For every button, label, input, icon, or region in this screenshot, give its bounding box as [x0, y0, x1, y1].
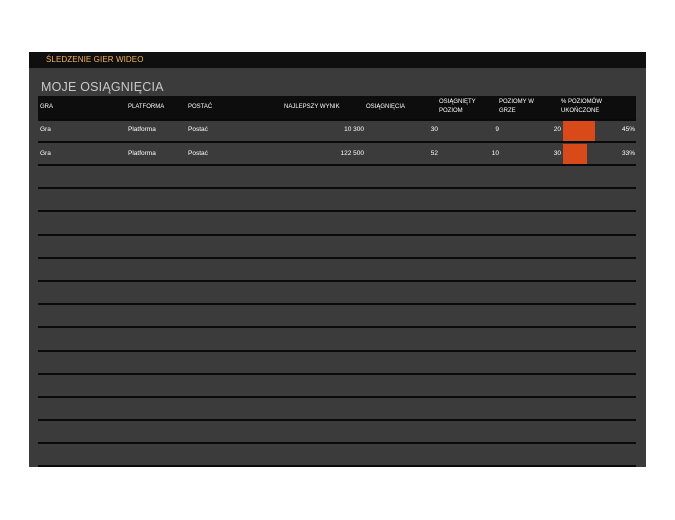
cell-character[interactable]: Postać — [188, 126, 208, 134]
row-divider — [38, 350, 636, 352]
cell-platform[interactable]: Platforma — [128, 126, 156, 134]
row-divider — [38, 257, 636, 259]
cell-levels-in-game[interactable]: 20 — [531, 126, 561, 134]
col-header-pct-complete-line2: UKOŃCZONE — [561, 108, 600, 114]
col-header-achievements[interactable]: OSIĄGNIĘCIA — [366, 103, 405, 112]
col-header-platform[interactable]: PLATFORMA — [128, 103, 164, 112]
col-header-level-reached-line2: POZIOM — [439, 108, 463, 114]
row-divider — [38, 442, 636, 444]
row-divider — [38, 396, 636, 398]
row-divider — [38, 326, 636, 328]
col-header-best-score[interactable]: NAJLEPSZY WYNIK — [284, 103, 340, 112]
cell-best-score[interactable]: 122 500 — [319, 150, 365, 158]
section-title: MOJE OSIĄGNIĘCIA — [41, 80, 164, 94]
row-divider — [38, 164, 636, 166]
cell-pct-complete[interactable]: 33% — [609, 150, 635, 158]
app-title: ŚLEDZENIE GIER WIDEO — [46, 55, 144, 64]
cell-levels-in-game[interactable]: 30 — [531, 150, 561, 158]
row-divider — [38, 187, 636, 189]
cell-achievements[interactable]: 30 — [409, 126, 438, 134]
col-header-game[interactable]: GRA — [40, 103, 53, 112]
cell-character[interactable]: Postać — [188, 150, 208, 158]
col-header-level-reached-line1: OSIĄGNIĘTY — [439, 99, 476, 105]
col-header-levels-in-game-line1: POZIOMY W — [499, 99, 534, 105]
tracker-sheet: ŚLEDZENIE GIER WIDEO MOJE OSIĄGNIĘCIA GR… — [29, 52, 646, 467]
col-header-pct-complete-line1: % POZIOMÓW — [561, 99, 602, 105]
row-divider — [38, 210, 636, 212]
col-header-levels-in-game-line2: GRZE — [499, 108, 516, 114]
row-divider — [38, 280, 636, 282]
progress-bar — [563, 121, 596, 141]
cell-platform[interactable]: Platforma — [128, 150, 156, 158]
col-header-level-reached[interactable]: OSIĄGNIĘTY POZIOM — [439, 98, 476, 116]
cell-level-reached[interactable]: 10 — [469, 150, 499, 158]
row-divider — [38, 465, 636, 467]
row-divider — [38, 234, 636, 236]
row-divider — [38, 141, 636, 143]
row-divider — [38, 303, 636, 305]
cell-achievements[interactable]: 52 — [409, 150, 438, 158]
col-header-pct-complete[interactable]: % POZIOMÓW UKOŃCZONE — [561, 98, 602, 116]
col-header-character[interactable]: POSTAĆ — [188, 103, 212, 112]
table-header: GRA PLATFORMA POSTAĆ NAJLEPSZY WYNIK OSI… — [38, 96, 636, 119]
cell-best-score[interactable]: 10 300 — [319, 126, 364, 134]
cell-pct-complete[interactable]: 45% — [609, 126, 635, 134]
cell-level-reached[interactable]: 9 — [469, 126, 499, 134]
cell-game[interactable]: Gra — [40, 150, 51, 158]
progress-bar — [563, 144, 587, 164]
row-divider — [38, 373, 636, 375]
top-banner: ŚLEDZENIE GIER WIDEO — [29, 52, 646, 68]
col-header-levels-in-game[interactable]: POZIOMY W GRZE — [499, 98, 534, 116]
row-divider — [38, 119, 636, 121]
row-divider — [38, 419, 636, 421]
cell-game[interactable]: Gra — [40, 126, 51, 134]
